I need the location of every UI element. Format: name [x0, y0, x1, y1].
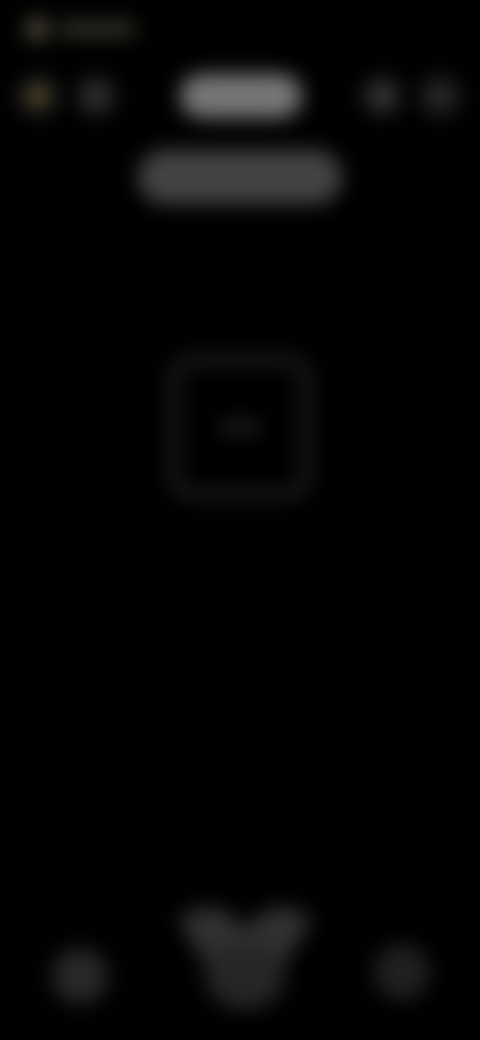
subtitle-pill — [138, 150, 342, 204]
camera-screen: ⚡ ⏱ ⚙ ⋯ — [0, 0, 480, 1040]
flash-button[interactable]: ⚡ — [18, 76, 58, 116]
gallery-icon — [52, 948, 53, 949]
more-button[interactable]: ⋯ — [420, 76, 460, 116]
status-bar — [26, 12, 136, 46]
switch-camera-icon — [374, 944, 375, 945]
settings-button[interactable]: ⚙ — [362, 76, 402, 116]
status-indicator — [26, 18, 48, 40]
settings-icon: ⚙ — [373, 86, 391, 106]
more-icon: ⋯ — [431, 86, 449, 106]
timer-button[interactable]: ⏱ — [76, 76, 116, 116]
status-text-placeholder — [58, 22, 136, 36]
focus-frame — [170, 356, 310, 498]
top-controls: ⚡ ⏱ ⚙ ⋯ — [0, 62, 480, 132]
focus-frame-icon — [220, 422, 260, 432]
switch-camera-button[interactable] — [374, 944, 430, 1000]
timer-icon: ⏱ — [88, 86, 104, 106]
flash-icon: ⚡ — [26, 86, 50, 106]
gallery-button[interactable] — [52, 948, 108, 1004]
shutter-button[interactable] — [160, 880, 330, 1020]
shutter-icon — [178, 907, 312, 1010]
mode-pill[interactable] — [180, 74, 302, 118]
